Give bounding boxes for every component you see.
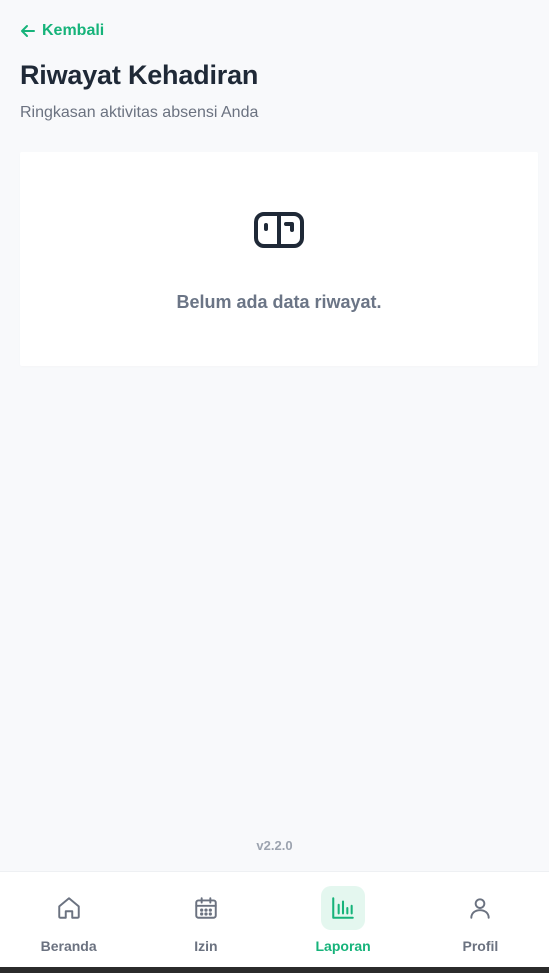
nav-label: Beranda xyxy=(40,938,97,954)
inbox-icon xyxy=(254,212,304,248)
nav-icon-container xyxy=(47,886,91,930)
home-icon xyxy=(57,897,80,919)
nav-icon-container xyxy=(321,886,366,930)
calendar-icon xyxy=(195,897,217,919)
arrow-left-icon xyxy=(21,25,35,37)
page-title: Riwayat Kehadiran xyxy=(20,60,259,90)
nav-icon-container xyxy=(184,886,228,930)
nav-item-profil[interactable]: Profil xyxy=(412,872,549,967)
empty-state-card: Belum ada data riwayat. xyxy=(20,152,538,366)
user-icon xyxy=(470,898,491,919)
back-link-label: Kembali xyxy=(42,22,105,39)
bar-chart-icon xyxy=(332,897,354,919)
nav-item-beranda[interactable]: Beranda xyxy=(0,872,137,967)
back-link[interactable]: Kembali xyxy=(20,22,104,40)
page: Kembali Riwayat Kehadiran Ringkasan akti… xyxy=(0,0,549,973)
bottom-navigation: Beranda Izin Laporan Profil xyxy=(0,871,549,967)
nav-item-izin[interactable]: Izin xyxy=(137,872,274,967)
nav-label: Laporan xyxy=(315,938,371,954)
empty-state-message: Belum ada data riwayat. xyxy=(176,292,382,312)
app-version: v2.2.0 xyxy=(256,838,293,853)
nav-icon-container xyxy=(458,886,502,930)
page-subtitle: Ringkasan aktivitas absensi Anda xyxy=(20,104,259,121)
system-bottom-bar xyxy=(0,967,549,973)
nav-label: Izin xyxy=(194,938,218,954)
nav-item-laporan[interactable]: Laporan xyxy=(275,872,412,967)
nav-label: Profil xyxy=(462,938,499,954)
